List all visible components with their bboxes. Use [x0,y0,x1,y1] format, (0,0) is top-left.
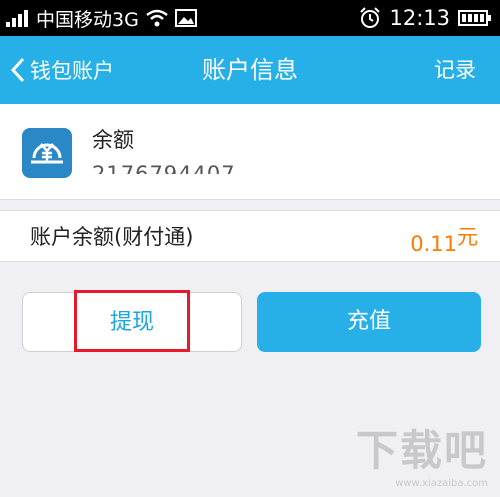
status-right: 12:13 [359,0,492,36]
balance-amount: 0.11 [410,232,457,252]
battery-icon [458,10,491,26]
back-button[interactable]: 钱包账户 [10,36,114,104]
balance-label: 账户余额(财付通) [30,225,194,249]
signal-icon [6,10,28,27]
balance-value: 0.11元 [410,211,478,263]
recharge-label: 充值 [346,309,391,334]
watermark-brand: 下载吧 [355,426,488,475]
withdraw-label: 提现 [109,310,154,335]
nav-bar: 钱包账户 账户信息 记录 [0,36,500,104]
withdraw-button[interactable]: 提现 [22,292,242,352]
yen-coin-icon [22,128,72,178]
account-card: 余额 2176794407 [0,104,500,200]
account-number: 2176794407 [92,162,236,174]
balance-unit: 元 [457,225,478,249]
wifi-icon [146,9,168,27]
carrier-label: 中国移动3G [36,8,139,31]
status-bar: 中国移动3G 12:13 [0,0,500,36]
recharge-button[interactable]: 充值 [257,292,481,352]
chevron-left-icon [10,57,25,83]
image-icon [174,9,197,27]
balance-row: 账户余额(财付通) 0.11元 [0,210,500,262]
record-button[interactable]: 记录 [434,36,476,104]
account-name: 余额 [92,128,134,152]
clock-label: 12:13 [389,6,450,30]
watermark-url: www.xiazaiba.com [395,478,488,489]
alarm-icon [360,7,381,28]
back-label: 钱包账户 [30,59,114,83]
status-left: 中国移动3G [6,0,197,36]
watermark: 下载吧 www.xiazaiba.com [356,417,488,489]
